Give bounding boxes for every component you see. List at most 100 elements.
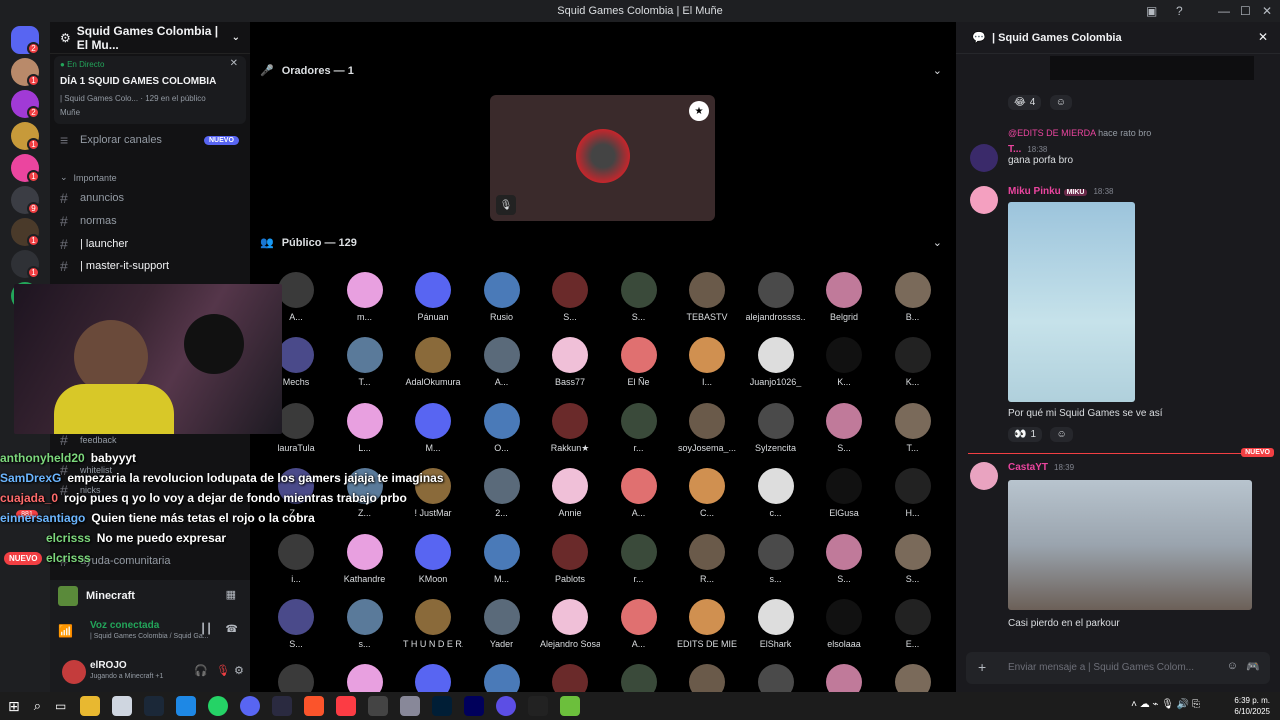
audience-member[interactable]: T... (335, 337, 395, 387)
audience-member[interactable]: H... (883, 468, 943, 518)
audience-member[interactable]: elsolaaa (814, 599, 874, 649)
windows-start-icon[interactable]: ⊞ (8, 698, 20, 715)
emoji-icon[interactable]: ☺ (1227, 660, 1238, 672)
task-view-icon[interactable]: ▭ (55, 699, 66, 713)
audience-member[interactable]: L... (335, 402, 395, 453)
audience-member[interactable]: Pablots (540, 533, 600, 584)
audience-member[interactable]: Juanjo1026_ (746, 337, 806, 387)
disconnect-icon[interactable]: ☎ (226, 624, 238, 635)
minecraft-icon[interactable] (560, 696, 581, 716)
voice-wave-icon[interactable]: ┃┃ (200, 624, 212, 635)
steam-icon[interactable] (144, 696, 165, 716)
audience-member[interactable]: M... (403, 402, 463, 453)
message-composer[interactable]: + Enviar mensaje a | Squid Games Colom..… (966, 652, 1270, 684)
audience-member[interactable]: m... (335, 272, 395, 322)
audience-member[interactable]: S... (814, 402, 874, 453)
channel-feedback[interactable]: # feedback (60, 432, 117, 448)
inbox-icon[interactable]: ▣ (1146, 0, 1157, 22)
gamepad-icon[interactable]: 🎮 (1246, 660, 1260, 673)
avatar[interactable] (970, 462, 998, 490)
audience-member[interactable]: T... (883, 402, 943, 453)
server-header[interactable]: ⚙ Squid Games Colombia | El Mu... ⌄ (50, 22, 250, 54)
explore-channels[interactable]: ≡ Explorar canales NUEVO (60, 132, 239, 148)
audience-member[interactable]: Sylzencita (746, 402, 806, 453)
audience-member[interactable]: Bass77 (540, 337, 600, 387)
add-reaction-icon[interactable]: ☺ (1049, 95, 1072, 110)
audience-member[interactable]: A... (609, 599, 669, 649)
audience-member[interactable]: B... (883, 272, 943, 322)
audience-member[interactable]: Alejandro Sosa (540, 599, 600, 649)
audience-member[interactable]: K... (883, 337, 943, 387)
headphones-icon[interactable]: 🎧 (194, 664, 208, 677)
audience-member[interactable]: s... (746, 533, 806, 584)
chatgpt-icon[interactable] (528, 696, 549, 716)
audience-member[interactable]: Belgrid (814, 272, 874, 322)
audience-member[interactable]: K... (814, 337, 874, 387)
system-tray[interactable]: ˄ ☁ ⌁ 🎙 🔊 ⎘ (1131, 699, 1200, 710)
gear-icon[interactable]: ⚙ (234, 664, 244, 677)
photoshop-icon[interactable] (432, 696, 453, 716)
whatsapp-icon[interactable] (208, 696, 229, 716)
speaker-tile[interactable]: ★ 🎙 (490, 95, 715, 221)
audience-member[interactable]: EDITS DE MIE... (677, 599, 737, 649)
brave-icon[interactable] (304, 696, 325, 716)
search-icon[interactable]: ⌕ (34, 698, 41, 714)
app-icon[interactable] (112, 696, 133, 716)
audience-member[interactable]: A... (609, 468, 669, 518)
plus-icon[interactable]: + (978, 659, 986, 675)
minimize-button[interactable]: — (1218, 0, 1230, 22)
channel-master-it-support[interactable]: # | master-it-support (60, 258, 169, 274)
audience-member[interactable]: Rusio (472, 272, 532, 322)
audience-member[interactable]: El Ñe (609, 337, 669, 387)
audience-member[interactable]: S... (266, 599, 326, 649)
audience-member[interactable]: C... (677, 468, 737, 518)
audience-member[interactable]: S... (609, 272, 669, 322)
reaction-button[interactable]: 👀 1 (1008, 427, 1043, 442)
audience-member[interactable]: ElGusa (814, 468, 874, 518)
audience-member[interactable]: r... (609, 402, 669, 453)
help-icon[interactable]: ? (1176, 0, 1183, 22)
app-icon[interactable] (368, 696, 389, 716)
chevron-down-icon[interactable]: ⌄ (933, 236, 942, 249)
clock[interactable]: 6:39 p. m. 6/10/2025 (1234, 695, 1270, 717)
audience-member[interactable]: alejandrossss... (746, 272, 806, 322)
reaction-button[interactable]: 😂 4 (1008, 95, 1042, 110)
audience-member[interactable]: TEBASTV (677, 272, 737, 322)
embedded-image[interactable] (1050, 56, 1254, 80)
avatar[interactable] (970, 144, 998, 172)
reply-preview[interactable]: @EDITS DE MIERDA hace rato bro (1008, 128, 1151, 138)
avatar[interactable] (62, 660, 86, 684)
audience-member[interactable]: Annie (540, 468, 600, 518)
media-encoder-icon[interactable] (464, 696, 485, 716)
audience-member[interactable]: Rakkun★ (540, 402, 600, 454)
music-icon[interactable] (336, 696, 357, 716)
audience-member[interactable]: S... (540, 272, 600, 322)
audience-member[interactable]: soyJosema_... (677, 402, 737, 453)
audience-member[interactable]: R... (677, 533, 737, 584)
audience-member[interactable]: s... (335, 599, 395, 649)
close-window-button[interactable]: ✕ (1262, 0, 1272, 22)
game-overlay-icon[interactable]: ▦ (226, 588, 236, 601)
discord-icon[interactable] (240, 696, 261, 716)
audience-member[interactable]: I... (677, 337, 737, 387)
audience-member[interactable]: Yader (472, 599, 532, 649)
maximize-button[interactable]: ☐ (1240, 0, 1251, 22)
audience-member[interactable]: S... (883, 533, 943, 584)
app-icon[interactable] (176, 696, 197, 716)
attachment-image[interactable] (1008, 202, 1135, 402)
close-icon[interactable]: ✕ (230, 58, 238, 69)
audience-member[interactable]: O... (472, 402, 532, 453)
audience-member[interactable]: T H U N D E R... (403, 599, 463, 649)
close-icon[interactable]: ✕ (1258, 30, 1268, 44)
app-icon[interactable] (400, 696, 421, 716)
audience-member[interactable]: S... (814, 533, 874, 584)
app-icon[interactable] (272, 696, 293, 716)
audience-member[interactable]: r... (609, 533, 669, 584)
audience-member[interactable]: AdalOkumura (403, 337, 463, 387)
audience-member[interactable]: c... (746, 468, 806, 518)
audience-member[interactable]: Pánuan (403, 272, 463, 322)
mic-muted-icon[interactable]: 🎙 (216, 664, 230, 677)
channel-launcher[interactable]: # | launcher (60, 236, 128, 252)
category-header[interactable]: ⌄ Importante (60, 172, 117, 183)
audience-member[interactable]: ElShark (746, 599, 806, 649)
